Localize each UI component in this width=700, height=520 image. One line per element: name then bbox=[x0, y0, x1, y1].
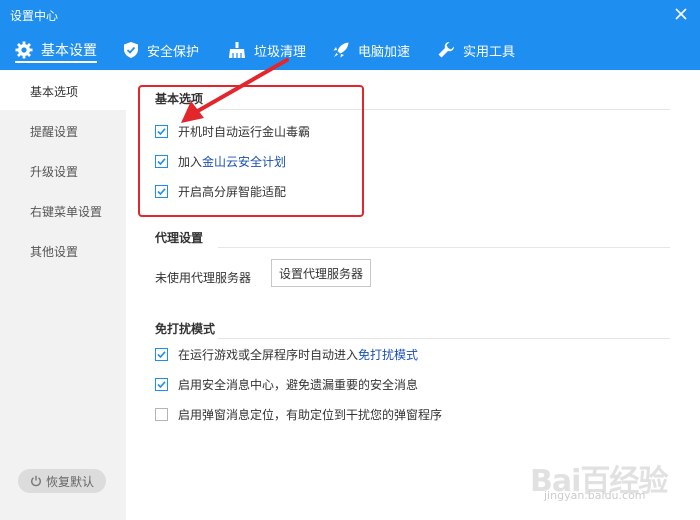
tab-basic-settings[interactable]: 基本设置 bbox=[15, 30, 97, 70]
tab-label: 安全保护 bbox=[147, 44, 200, 60]
dnd-mode-link[interactable]: 免打扰模式 bbox=[358, 346, 418, 363]
proxy-status: 未使用代理服务器 bbox=[155, 271, 252, 285]
baidu-watermark: Bai百经验 jingyan.baidu.com bbox=[530, 456, 680, 504]
section-divider bbox=[218, 247, 670, 248]
restore-defaults-button[interactable]: 恢复默认 bbox=[18, 469, 106, 493]
checkbox-popup-locate[interactable] bbox=[155, 408, 168, 421]
section-divider bbox=[218, 338, 670, 339]
option-security-message-center[interactable]: 启用安全消息中心，避免遗漏重要的安全消息 bbox=[155, 376, 418, 393]
active-tab-indicator bbox=[15, 61, 97, 63]
sidebar-item-basic-options[interactable]: 基本选项 bbox=[30, 83, 78, 100]
restore-defaults-label: 恢复默认 bbox=[45, 474, 94, 489]
wrench-icon bbox=[438, 41, 455, 58]
sidebar-item-other-settings[interactable]: 其他设置 bbox=[30, 243, 78, 260]
checkbox-auto-dnd[interactable] bbox=[155, 348, 168, 361]
tab-utilities[interactable]: 实用工具 bbox=[437, 30, 515, 70]
sidebar: 基本选项 提醒设置 升级设置 右键菜单设置 其他设置 恢复默认 bbox=[0, 70, 126, 520]
window-title: 设置中心 bbox=[10, 9, 59, 23]
sidebar-item-context-menu-settings[interactable]: 右键菜单设置 bbox=[30, 203, 102, 220]
proxy-settings-heading: 代理设置 bbox=[155, 231, 204, 245]
title-bar: 设置中心 基本设置 安全保护 垃圾清理 电脑加速 实用工具 bbox=[0, 0, 700, 70]
close-button[interactable] bbox=[670, 3, 692, 25]
gear-icon bbox=[15, 41, 33, 59]
tab-label: 垃圾清理 bbox=[254, 44, 307, 60]
set-proxy-button[interactable]: 设置代理服务器 bbox=[271, 259, 371, 287]
tab-pc-speedup[interactable]: 电脑加速 bbox=[332, 30, 410, 70]
broom-icon bbox=[229, 42, 245, 58]
checkmark-icon bbox=[157, 381, 166, 389]
checkmark-icon bbox=[157, 351, 166, 359]
tab-label: 电脑加速 bbox=[358, 44, 411, 60]
option-label: 在运行游戏或全屏程序时自动进入 bbox=[178, 348, 359, 362]
option-label: 启用弹窗消息定位，有助定位到干扰您的弹窗程序 bbox=[178, 408, 443, 422]
main-tabs: 基本设置 安全保护 垃圾清理 电脑加速 实用工具 bbox=[0, 30, 700, 70]
annotation-highlight-box bbox=[138, 85, 364, 217]
sidebar-item-upgrade-settings[interactable]: 升级设置 bbox=[30, 163, 78, 180]
watermark-url: jingyan.baidu.com bbox=[544, 489, 646, 502]
close-icon bbox=[675, 8, 687, 20]
option-label: 启用安全消息中心，避免遗漏重要的安全消息 bbox=[178, 378, 419, 392]
tab-label: 基本设置 bbox=[41, 43, 97, 59]
sidebar-item-reminder-settings[interactable]: 提醒设置 bbox=[30, 123, 78, 140]
rocket-icon bbox=[333, 42, 349, 58]
tab-security[interactable]: 安全保护 bbox=[123, 30, 199, 70]
dnd-mode-heading: 免打扰模式 bbox=[155, 322, 216, 336]
power-icon bbox=[31, 475, 41, 487]
option-popup-locate[interactable]: 启用弹窗消息定位，有助定位到干扰您的弹窗程序 bbox=[155, 406, 442, 423]
tab-label: 实用工具 bbox=[463, 44, 516, 60]
tab-junk-cleanup[interactable]: 垃圾清理 bbox=[228, 30, 306, 70]
shield-icon bbox=[124, 42, 138, 58]
option-auto-dnd[interactable]: 在运行游戏或全屏程序时自动进入 免打扰模式 bbox=[155, 346, 418, 363]
checkbox-security-message-center[interactable] bbox=[155, 378, 168, 391]
